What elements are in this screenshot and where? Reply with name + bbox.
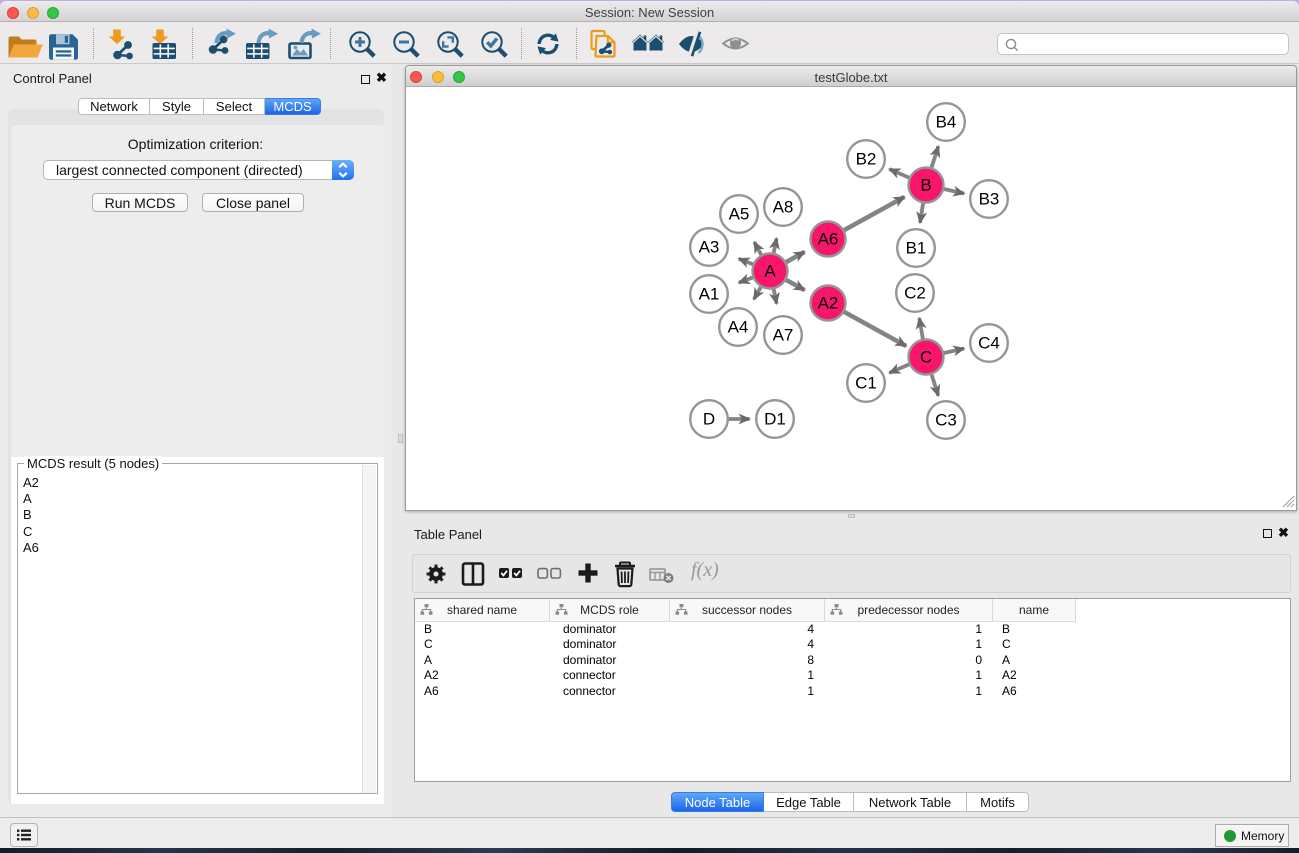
svg-text:A3: A3 <box>699 238 720 257</box>
svg-text:C: C <box>920 348 932 367</box>
svg-text:A4: A4 <box>728 318 749 337</box>
svg-text:B2: B2 <box>856 150 877 169</box>
svg-text:A7: A7 <box>773 326 794 345</box>
svg-text:C1: C1 <box>855 374 877 393</box>
svg-text:A: A <box>764 262 776 281</box>
svg-text:A6: A6 <box>818 230 839 249</box>
svg-text:A1: A1 <box>699 285 720 304</box>
svg-text:B4: B4 <box>936 113 957 132</box>
svg-text:D: D <box>703 410 715 429</box>
svg-text:A2: A2 <box>818 294 839 313</box>
svg-text:A8: A8 <box>773 198 794 217</box>
svg-text:C2: C2 <box>904 284 926 303</box>
svg-text:A5: A5 <box>729 205 750 224</box>
svg-text:C4: C4 <box>978 334 1000 353</box>
svg-text:B3: B3 <box>979 190 1000 209</box>
svg-text:C3: C3 <box>935 411 957 430</box>
svg-text:D1: D1 <box>764 410 786 429</box>
svg-text:B: B <box>920 176 931 195</box>
svg-text:B1: B1 <box>906 239 927 258</box>
